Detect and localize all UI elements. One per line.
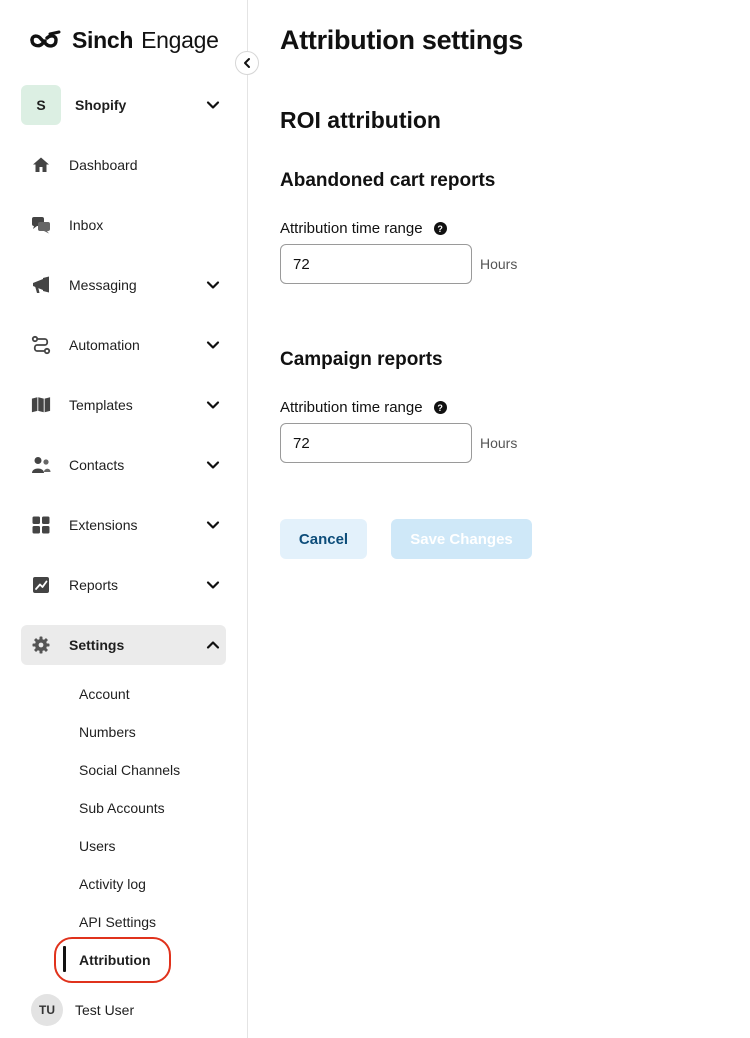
nav-label: Dashboard (69, 157, 138, 173)
cancel-button[interactable]: Cancel (280, 519, 367, 559)
abandoned-unit-label: Hours (480, 256, 518, 272)
nav-item-settings[interactable]: Settings (21, 625, 226, 665)
gear-icon (31, 635, 51, 655)
nav-item-extensions[interactable]: Extensions (21, 505, 226, 545)
nav-label: Settings (69, 637, 125, 653)
chevron-down-icon (206, 461, 220, 469)
nav-item-dashboard[interactable]: Dashboard (21, 145, 226, 185)
chevron-down-icon (206, 101, 220, 109)
chevron-left-icon (244, 58, 250, 68)
sub-item-sub-accounts[interactable]: Sub Accounts (79, 798, 165, 818)
sinch-logo-icon (30, 30, 61, 48)
flow-icon (31, 335, 51, 355)
book-icon (31, 395, 51, 415)
nav-item-contacts[interactable]: Contacts (21, 445, 226, 485)
campaign-reports-heading: Campaign reports (280, 349, 443, 370)
nav-label: Templates (69, 397, 133, 413)
section-title: ROI attribution (280, 107, 441, 133)
grid-icon (31, 515, 51, 535)
megaphone-icon (31, 275, 51, 295)
people-icon (31, 455, 51, 475)
user-menu[interactable]: TU Test User (31, 994, 134, 1026)
nav-item-messaging[interactable]: Messaging (21, 265, 226, 305)
sub-item-attribution[interactable]: Attribution (79, 950, 151, 970)
nav-label: Automation (69, 337, 140, 353)
campaign-time-range-input[interactable] (280, 423, 472, 463)
chat-icon (31, 215, 51, 235)
help-icon[interactable]: ? (433, 222, 447, 235)
collapse-sidebar-button[interactable] (235, 51, 259, 75)
campaign-unit-label: Hours (480, 435, 518, 451)
campaign-time-range-label: Attribution time range ? (280, 399, 447, 416)
account-switcher[interactable]: S Shopify (21, 85, 226, 125)
chevron-down-icon (206, 281, 220, 289)
brand-name-bold: Sinch (72, 26, 134, 53)
chart-icon (31, 575, 51, 595)
help-icon[interactable]: ? (433, 401, 447, 414)
chevron-down-icon (206, 401, 220, 409)
abandoned-time-range-label: Attribution time range ? (280, 220, 447, 237)
chevron-up-icon (206, 641, 220, 649)
user-name: Test User (75, 1002, 135, 1018)
account-avatar: S (21, 85, 61, 125)
sub-item-social-channels[interactable]: Social Channels (79, 760, 180, 780)
sub-item-api-settings[interactable]: API Settings (79, 912, 156, 932)
field-label-text: Attribution time range (280, 399, 423, 416)
nav-label: Messaging (69, 277, 137, 293)
abandoned-time-range-input[interactable] (280, 244, 472, 284)
abandoned-cart-heading: Abandoned cart reports (280, 170, 496, 191)
page-title: Attribution settings (280, 25, 523, 55)
nav-item-inbox[interactable]: Inbox (21, 205, 226, 245)
sub-item-numbers[interactable]: Numbers (79, 722, 136, 742)
nav-label: Contacts (69, 457, 125, 473)
chevron-down-icon (206, 341, 220, 349)
account-name: Shopify (75, 97, 127, 113)
nav-label: Inbox (69, 217, 104, 233)
nav-item-templates[interactable]: Templates (21, 385, 226, 425)
nav-item-reports[interactable]: Reports (21, 565, 226, 605)
nav-item-automation[interactable]: Automation (21, 325, 226, 365)
nav-label: Extensions (69, 517, 138, 533)
active-indicator (63, 946, 66, 972)
field-label-text: Attribution time range (280, 220, 423, 237)
avatar: TU (31, 994, 63, 1026)
save-changes-button[interactable]: Save Changes (391, 519, 532, 559)
sub-item-activity-log[interactable]: Activity log (79, 874, 146, 894)
sidebar: Sinch Engage S Shopify Dashboard Inbox M… (0, 0, 248, 1038)
chevron-down-icon (206, 581, 220, 589)
nav-label: Reports (69, 577, 119, 593)
sub-item-users[interactable]: Users (79, 836, 116, 856)
sub-item-account[interactable]: Account (79, 684, 130, 704)
brand-logo[interactable]: Sinch Engage (26, 26, 219, 54)
chevron-down-icon (206, 521, 220, 529)
home-icon (31, 155, 51, 175)
brand-name: Engage (141, 26, 219, 53)
